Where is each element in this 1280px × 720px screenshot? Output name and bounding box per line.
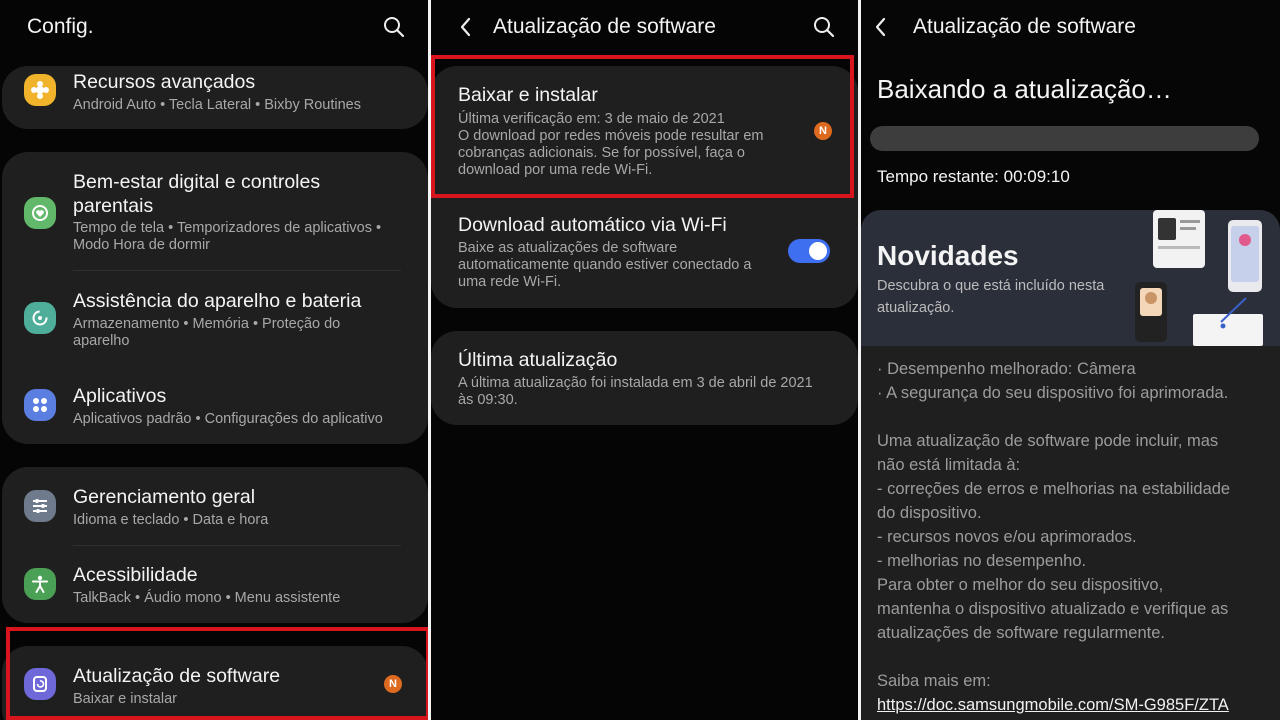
item-title: Assistência do aparelho e bateria xyxy=(73,290,362,312)
item-subtitle: Baixar e instalar xyxy=(73,691,177,707)
release-note-line: atualizações de software regularmente. xyxy=(877,624,1165,642)
release-note-line: - melhorias no desempenho. xyxy=(877,552,1087,570)
item-title: Download automático via Wi-Fi xyxy=(458,214,727,236)
item-subtitle: Tempo de tela • Temporizadores de aplica… xyxy=(73,220,382,236)
apps-grid-icon xyxy=(24,389,56,421)
item-line: A última atualização foi instalada em 3 … xyxy=(458,375,813,391)
plus-icon xyxy=(24,74,56,106)
item-subtitle: Idioma e teclado • Data e hora xyxy=(73,512,269,528)
settings-item-general-management[interactable]: Gerenciamento geral Idioma e teclado • D… xyxy=(2,467,428,545)
search-icon[interactable] xyxy=(810,13,838,41)
settings-item-apps[interactable]: Aplicativos Aplicativos padrão • Configu… xyxy=(2,361,428,444)
last-update-card: Última atualização A última atualização … xyxy=(431,331,858,425)
settings-panel: Config. Recursos avançados Android Auto … xyxy=(0,0,428,720)
item-title: Acessibilidade xyxy=(73,564,198,586)
release-note-line: · Desempenho melhorado: Câmera xyxy=(877,360,1136,378)
release-note-line: Saiba mais em: xyxy=(877,672,991,690)
page-title: Atualização de software xyxy=(913,15,1136,38)
item-title: Gerenciamento geral xyxy=(73,486,256,508)
download-install-item[interactable]: Baixar e instalar Última verificação em:… xyxy=(431,66,858,198)
settings-card-advanced: Recursos avançados Android Auto • Tecla … xyxy=(2,66,428,129)
settings-item-accessibility[interactable]: Acessibilidade TalkBack • Áudio mono • M… xyxy=(2,546,428,623)
settings-item-advanced-features[interactable]: Recursos avançados Android Auto • Tecla … xyxy=(2,66,428,129)
item-title: Baixar e instalar xyxy=(458,84,598,106)
auto-download-item[interactable]: Download automático via Wi-Fi Baixe as a… xyxy=(431,198,858,308)
release-note-line: Uma atualização de software pode incluir… xyxy=(877,432,1219,450)
item-line: Última verificação em: 3 de maio de 2021 xyxy=(458,111,725,127)
item-subtitle: Aplicativos padrão • Configurações do ap… xyxy=(73,411,383,427)
item-title: Atualização de software xyxy=(73,665,281,687)
item-line: O download por redes móveis pode resulta… xyxy=(458,128,764,144)
item-title: Recursos avançados xyxy=(73,71,256,93)
whats-new-card: Novidades Descubra o que está incluído n… xyxy=(861,210,1280,720)
item-subtitle-line2: Modo Hora de dormir xyxy=(73,237,210,253)
download-progress-bar xyxy=(870,126,1259,151)
item-line: automaticamente quando estiver conectado… xyxy=(458,257,752,273)
new-badge: N xyxy=(384,675,402,693)
heart-icon xyxy=(24,197,56,229)
search-icon[interactable] xyxy=(380,13,408,41)
item-line: Baixe as atualizações de software xyxy=(458,240,678,256)
item-subtitle: TalkBack • Áudio mono • Menu assistente xyxy=(73,590,341,606)
item-subtitle: Armazenamento • Memória • Proteção do xyxy=(73,316,341,332)
whats-new-subtitle: Descubra o que está incluído nesta xyxy=(877,278,1105,294)
whats-new-title: Novidades xyxy=(877,240,1019,271)
settings-card-update: Atualização de software Baixar e instala… xyxy=(2,646,428,720)
last-update-item[interactable]: Última atualização A última atualização … xyxy=(431,331,858,425)
update-illustration xyxy=(1135,210,1263,346)
settings-card-general: Gerenciamento geral Idioma e teclado • D… xyxy=(2,467,428,623)
software-update-panel: Atualização de software Baixar e instala… xyxy=(431,0,858,720)
settings-card-device: Bem-estar digital e controles parentais … xyxy=(2,152,428,444)
page-title: Atualização de software xyxy=(493,15,716,38)
whats-new-hero: Novidades Descubra o que está incluído n… xyxy=(861,210,1280,346)
release-note-line: do dispositivo. xyxy=(877,504,982,522)
settings-item-software-update[interactable]: Atualização de software Baixar e instala… xyxy=(2,646,428,720)
new-badge: N xyxy=(814,122,832,140)
sliders-icon xyxy=(24,490,56,522)
settings-item-device-care[interactable]: Assistência do aparelho e bateria Armaze… xyxy=(2,271,428,361)
auto-download-toggle[interactable] xyxy=(788,239,830,263)
update-options-card: Baixar e instalar Última verificação em:… xyxy=(431,66,858,308)
settings-title: Config. xyxy=(27,15,94,38)
release-note-line: - correções de erros e melhorias na esta… xyxy=(877,480,1231,498)
accessibility-icon xyxy=(24,568,56,600)
settings-item-digital-wellbeing[interactable]: Bem-estar digital e controles parentais … xyxy=(2,152,428,270)
remaining-time: Tempo restante: 00:09:10 xyxy=(877,167,1070,186)
whats-new-subtitle-line2: atualização. xyxy=(877,300,955,316)
item-line: download por uma rede Wi-Fi. xyxy=(458,162,653,178)
item-line: cobranças adicionais. Se for possível, f… xyxy=(458,145,745,161)
item-title: Aplicativos xyxy=(73,385,167,407)
item-subtitle: Android Auto • Tecla Lateral • Bixby Rou… xyxy=(73,97,361,113)
release-note-line: - recursos novos e/ou aprimorados. xyxy=(877,528,1137,546)
item-line: às 09:30. xyxy=(458,392,518,408)
item-title-line2: parentais xyxy=(73,195,154,217)
item-line: uma rede Wi-Fi. xyxy=(458,274,562,290)
item-title: Bem-estar digital e controles xyxy=(73,171,321,193)
item-subtitle-line2: aparelho xyxy=(73,333,130,349)
download-heading: Baixando a atualização… xyxy=(877,74,1172,104)
release-note-line: não está limitada à: xyxy=(877,456,1021,474)
downloading-panel: Atualização de software Baixando a atual… xyxy=(861,0,1280,720)
back-arrow-icon[interactable] xyxy=(452,13,480,41)
release-note-line: mantenha o dispositivo atualizado e veri… xyxy=(877,600,1229,618)
item-title: Última atualização xyxy=(458,349,618,371)
release-note-line: Para obter o melhor do seu dispositivo, xyxy=(877,576,1164,594)
toggle-knob xyxy=(809,242,827,260)
refresh-icon xyxy=(24,302,56,334)
back-arrow-icon[interactable] xyxy=(867,13,895,41)
learn-more-link[interactable]: https://doc.samsungmobile.com/SM-G985F/Z… xyxy=(877,696,1229,715)
release-note-line: · A segurança do seu dispositivo foi apr… xyxy=(877,384,1229,402)
update-icon xyxy=(24,668,56,700)
